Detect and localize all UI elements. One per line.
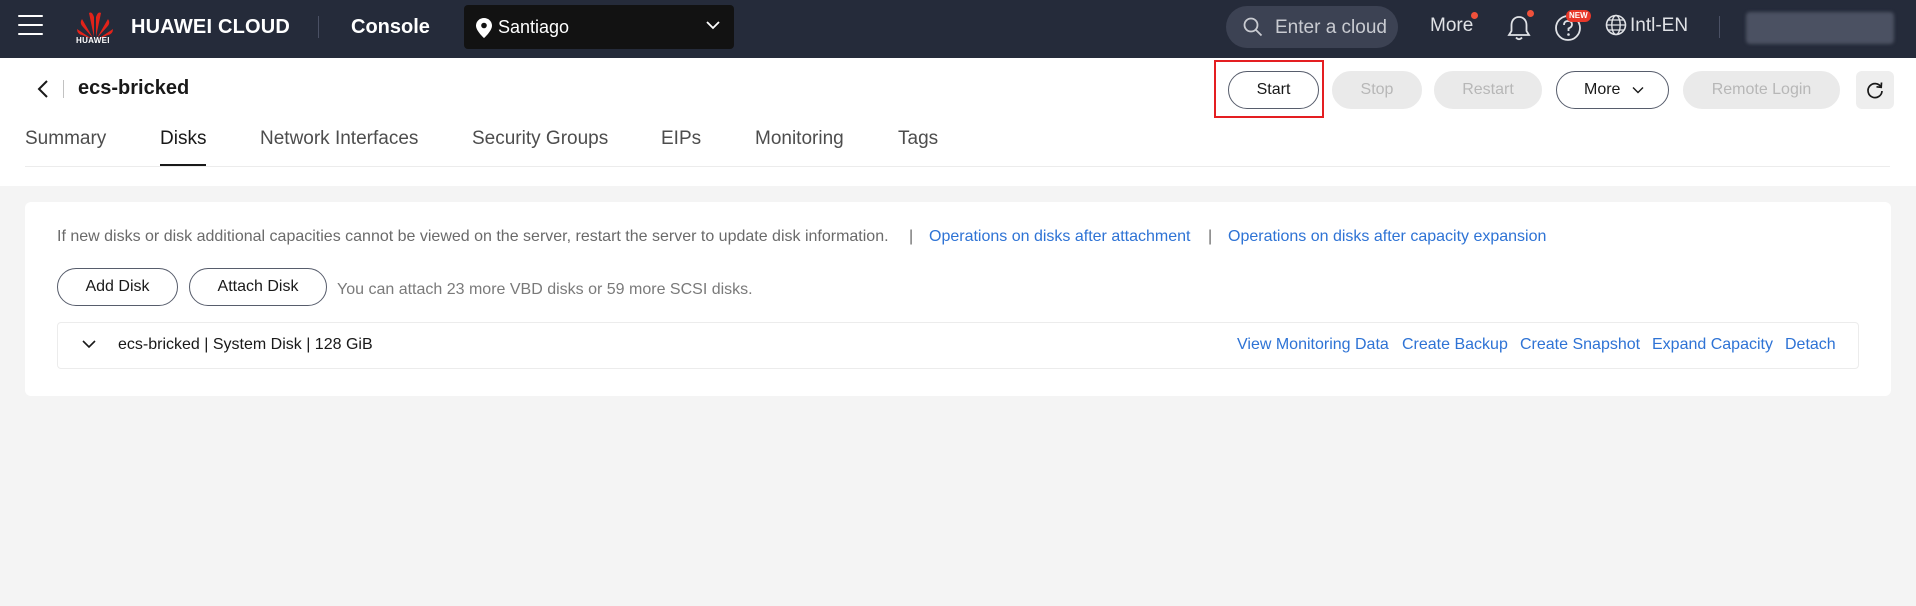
- refresh-icon: [1867, 82, 1883, 99]
- separator: |: [1208, 228, 1213, 245]
- language-selector[interactable]: Intl-EN: [1605, 14, 1688, 41]
- add-disk-button[interactable]: Add Disk: [57, 268, 178, 306]
- menu-icon[interactable]: [18, 15, 43, 39]
- chevron-down-icon[interactable]: [81, 339, 97, 349]
- back-arrow-icon[interactable]: [36, 80, 50, 98]
- globe-icon: [1605, 14, 1627, 36]
- disk-info-text: If new disks or disk additional capaciti…: [57, 228, 889, 245]
- region-selector[interactable]: Santiago: [464, 5, 734, 49]
- title-divider: [63, 80, 64, 98]
- start-button-highlight: [1214, 60, 1324, 118]
- search-placeholder: Enter a cloud service name: [1275, 17, 1389, 38]
- logo-wordmark: HUAWEI: [76, 36, 110, 45]
- account-menu[interactable]: [1746, 12, 1894, 44]
- tab-tags[interactable]: Tags: [898, 128, 938, 150]
- tab-eips[interactable]: EIPs: [661, 128, 701, 150]
- chevron-down-icon: [1632, 87, 1644, 94]
- notification-dot: [1471, 12, 1478, 19]
- separator: |: [909, 228, 914, 245]
- top-navigation-bar: HUAWEI HUAWEI CLOUD Console Santiago Ent…: [0, 0, 1916, 58]
- console-link[interactable]: Console: [351, 16, 430, 39]
- more-actions-label: More: [1584, 81, 1621, 98]
- divider: [1719, 16, 1720, 38]
- create-backup-link[interactable]: Create Backup: [1402, 336, 1508, 354]
- attach-capacity-note: You can attach 23 more VBD disks or 59 m…: [337, 281, 753, 298]
- tab-summary[interactable]: Summary: [25, 128, 106, 150]
- tabs-divider: [25, 166, 1890, 167]
- tab-security-groups[interactable]: Security Groups: [472, 128, 608, 150]
- expand-capacity-link[interactable]: Expand Capacity: [1652, 336, 1773, 354]
- page-title: ecs-bricked: [78, 77, 190, 99]
- search-icon: [1243, 17, 1263, 37]
- detach-link[interactable]: Detach: [1785, 336, 1836, 354]
- chevron-down-icon: [706, 21, 720, 30]
- language-label: Intl-EN: [1630, 15, 1689, 36]
- tab-disks[interactable]: Disks: [160, 128, 206, 150]
- restart-button[interactable]: Restart: [1434, 71, 1542, 109]
- link-operations-after-attachment[interactable]: Operations on disks after attachment: [929, 228, 1190, 246]
- stop-button[interactable]: Stop: [1332, 71, 1422, 109]
- more-actions-button[interactable]: More: [1556, 71, 1669, 109]
- bell-icon[interactable]: [1506, 14, 1532, 42]
- detail-tabs: Summary Disks Network Interfaces Securit…: [0, 128, 1890, 168]
- bell-notification-dot: [1527, 10, 1534, 17]
- remote-login-button[interactable]: Remote Login: [1683, 71, 1840, 109]
- region-name: Santiago: [498, 17, 570, 37]
- refresh-button[interactable]: [1856, 71, 1894, 109]
- tab-monitoring[interactable]: Monitoring: [755, 128, 844, 150]
- new-badge: NEW: [1566, 10, 1591, 22]
- disk-name: ecs-bricked | System Disk | 128 GiB: [118, 336, 373, 353]
- attach-disk-button[interactable]: Attach Disk: [189, 268, 327, 306]
- view-monitoring-data-link[interactable]: View Monitoring Data: [1237, 336, 1389, 354]
- divider: [318, 16, 319, 38]
- create-snapshot-link[interactable]: Create Snapshot: [1520, 336, 1640, 354]
- top-more-menu[interactable]: More: [1430, 15, 1473, 37]
- link-operations-after-expansion[interactable]: Operations on disks after capacity expan…: [1228, 228, 1546, 246]
- brand-name[interactable]: HUAWEI CLOUD: [131, 16, 290, 39]
- service-search-input[interactable]: Enter a cloud service name: [1226, 6, 1398, 48]
- tab-network-interfaces[interactable]: Network Interfaces: [260, 128, 418, 150]
- location-pin-icon: [476, 18, 492, 38]
